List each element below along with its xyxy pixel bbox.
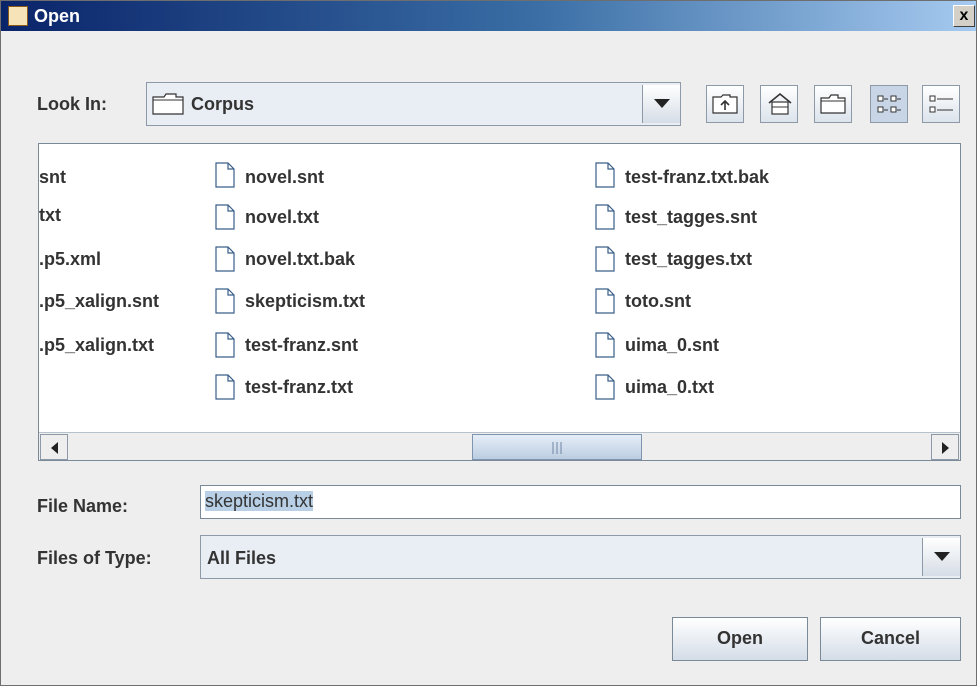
files-of-type-combo[interactable]: All Files (200, 535, 961, 579)
look-in-combo[interactable]: Corpus (146, 82, 681, 126)
look-in-label: Look In: (37, 94, 107, 114)
file-icon (215, 246, 235, 272)
up-folder-icon (712, 94, 738, 114)
new-folder-button[interactable] (814, 85, 852, 123)
file-icon (595, 246, 615, 272)
list-item[interactable]: txt (39, 204, 61, 230)
list-item[interactable]: novel.txt (245, 206, 319, 232)
java-app-icon (8, 6, 28, 26)
file-icon (595, 204, 615, 230)
cancel-button[interactable]: Cancel (820, 617, 961, 661)
file-icon (595, 288, 615, 314)
title-bar[interactable]: Open x (1, 1, 976, 31)
list-item[interactable]: test-franz.txt (245, 376, 353, 402)
list-item[interactable]: snt (39, 166, 66, 192)
new-folder-icon (820, 94, 846, 114)
list-view-icon (877, 95, 901, 113)
grip-icon (552, 442, 562, 454)
folder-icon (152, 93, 184, 115)
open-dialog: Open x Look In: Corpus snt txt .p5.xml .… (0, 0, 977, 686)
list-item[interactable]: novel.snt (245, 166, 324, 192)
file-icon (215, 162, 235, 188)
list-item[interactable]: test_tagges.snt (625, 206, 757, 232)
file-icon (215, 288, 235, 314)
file-list[interactable]: snt txt .p5.xml .p5_xalign.snt .p5_xalig… (38, 143, 961, 461)
file-name-value: skepticism.txt (205, 491, 314, 511)
file-name-label: File Name: (37, 496, 129, 516)
details-view-button[interactable] (922, 85, 960, 123)
window-title: Open (34, 6, 81, 26)
close-button[interactable]: x (953, 5, 975, 27)
list-item[interactable]: .p5_xalign.snt (39, 290, 159, 316)
scroll-right-button[interactable] (931, 434, 959, 460)
file-icon (215, 204, 235, 230)
arrow-right-icon (942, 442, 949, 454)
list-item[interactable]: test-franz.snt (245, 334, 358, 360)
file-name-input[interactable]: skepticism.txt (200, 485, 961, 519)
file-icon (595, 374, 615, 400)
scroll-thumb[interactable] (472, 434, 642, 460)
file-icon (595, 332, 615, 358)
chevron-down-icon (654, 99, 670, 108)
list-item[interactable]: .p5_xalign.txt (39, 334, 154, 360)
file-icon (595, 162, 615, 188)
list-item[interactable]: test_tagges.txt (625, 248, 752, 274)
files-of-type-dropdown-button[interactable] (922, 538, 960, 576)
list-item[interactable]: test-franz.txt.bak (625, 166, 769, 192)
list-item[interactable]: skepticism.txt (245, 290, 365, 316)
files-of-type-label: Files of Type: (37, 548, 152, 568)
list-item[interactable]: toto.snt (625, 290, 691, 316)
list-item[interactable]: .p5.xml (39, 248, 101, 274)
home-icon (768, 92, 792, 115)
files-of-type-value: All Files (207, 548, 277, 568)
file-icon (215, 374, 235, 400)
list-item[interactable]: uima_0.txt (625, 376, 714, 402)
details-view-icon (929, 95, 953, 113)
arrow-left-icon (51, 442, 58, 454)
list-item[interactable]: novel.txt.bak (245, 248, 355, 274)
file-icon (215, 332, 235, 358)
look-in-value: Corpus (191, 94, 254, 114)
home-button[interactable] (760, 85, 798, 123)
list-item[interactable]: uima_0.snt (625, 334, 719, 360)
horizontal-scrollbar[interactable] (39, 432, 960, 460)
open-button[interactable]: Open (672, 617, 808, 661)
look-in-dropdown-button[interactable] (642, 85, 680, 123)
chevron-down-icon (934, 552, 950, 561)
list-view-button[interactable] (870, 85, 908, 123)
up-folder-button[interactable] (706, 85, 744, 123)
scroll-left-button[interactable] (40, 434, 68, 460)
